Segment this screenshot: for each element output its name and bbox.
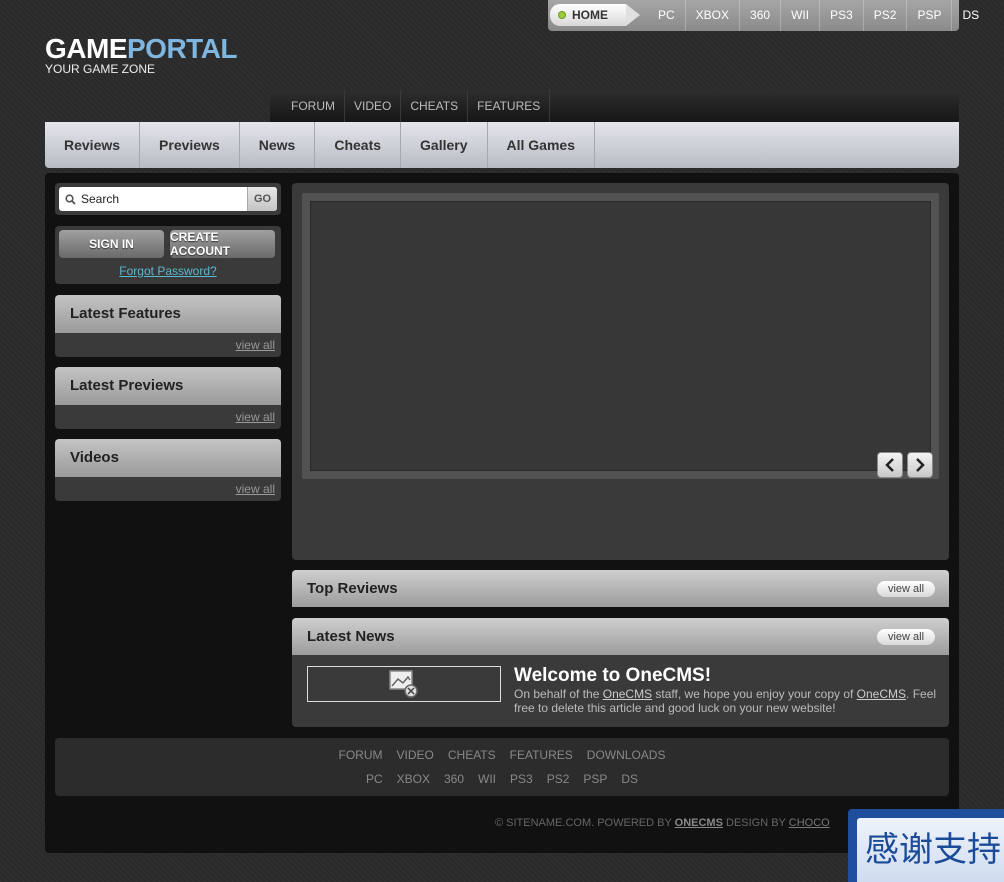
widget-latest-previews: Latest Previews view all bbox=[55, 367, 281, 429]
footer-link-wii[interactable]: WII bbox=[478, 772, 496, 786]
footer-link-ps3[interactable]: PS3 bbox=[510, 772, 533, 786]
slider-frame bbox=[302, 193, 939, 479]
top-reviews-section: Top Reviews view all bbox=[292, 570, 949, 607]
secondary-nav: FORUM VIDEO CHEATS FEATURES bbox=[270, 90, 959, 122]
view-all-button[interactable]: view all bbox=[877, 581, 935, 597]
main-nav: Reviews Previews News Cheats Gallery All… bbox=[45, 122, 959, 168]
nav-news[interactable]: News bbox=[240, 122, 316, 168]
platform-ps3[interactable]: PS3 bbox=[819, 0, 863, 31]
platform-360[interactable]: 360 bbox=[739, 0, 780, 31]
footer-link-psp[interactable]: PSP bbox=[583, 772, 607, 786]
site-logo[interactable]: GAMEPORTAL YOUR GAME ZONE bbox=[45, 33, 238, 76]
forgot-password-link[interactable]: Forgot Password? bbox=[59, 264, 277, 278]
login-box: SIGN IN CREATE ACCOUNT Forgot Password? bbox=[55, 226, 281, 284]
footer-link-cheats[interactable]: CHEATS bbox=[448, 748, 496, 762]
nav-gallery[interactable]: Gallery bbox=[401, 122, 488, 168]
platform-nav: HOME PC XBOX 360 WII PS3 PS2 PSP DS bbox=[548, 0, 979, 31]
footer-link-downloads[interactable]: DOWNLOADS bbox=[587, 748, 666, 762]
onecms-link[interactable]: OneCMS bbox=[857, 687, 906, 701]
content-container: GO SIGN IN CREATE ACCOUNT Forgot Passwor… bbox=[45, 173, 959, 853]
platform-xbox[interactable]: XBOX bbox=[684, 0, 739, 31]
platform-wii[interactable]: WII bbox=[780, 0, 819, 31]
onecms-footer-link[interactable]: ONECMS bbox=[675, 817, 723, 829]
nav-all-games[interactable]: All Games bbox=[488, 122, 595, 168]
view-all-link[interactable]: view all bbox=[236, 410, 275, 424]
article-thumbnail[interactable] bbox=[307, 666, 501, 702]
footer-link-ds[interactable]: DS bbox=[621, 772, 638, 786]
view-all-button[interactable]: view all bbox=[877, 629, 935, 645]
copyright: © SITENAME.COM. POWERED BY ONECMS DESIGN… bbox=[495, 817, 830, 829]
latest-news-section: Latest News view all Welcome to OneCMS! … bbox=[292, 618, 949, 727]
platform-pc[interactable]: PC bbox=[648, 0, 685, 31]
widget-videos: Videos view all bbox=[55, 439, 281, 501]
view-all-link[interactable]: view all bbox=[236, 338, 275, 352]
logo-tagline: YOUR GAME ZONE bbox=[45, 62, 156, 76]
home-button[interactable]: HOME bbox=[550, 3, 640, 26]
nav-previews[interactable]: Previews bbox=[140, 122, 240, 168]
chevron-right-icon bbox=[916, 458, 925, 472]
featured-slider bbox=[292, 183, 949, 560]
section-title: Top Reviews bbox=[307, 580, 398, 597]
search-go-button[interactable]: GO bbox=[247, 187, 277, 211]
create-account-button[interactable]: CREATE ACCOUNT bbox=[170, 230, 275, 258]
footer-link-forum[interactable]: FORUM bbox=[339, 748, 383, 762]
article-title[interactable]: Welcome to OneCMS! bbox=[514, 666, 937, 686]
widget-title: Latest Previews bbox=[55, 367, 281, 405]
logo-game: GAME bbox=[45, 33, 128, 64]
subnav-cheats[interactable]: CHEATS bbox=[401, 90, 469, 122]
home-dot-icon bbox=[558, 10, 566, 19]
news-article: Welcome to OneCMS! On behalf of the OneC… bbox=[307, 666, 937, 715]
footer-link-xbox[interactable]: XBOX bbox=[397, 772, 430, 786]
footer-link-video[interactable]: VIDEO bbox=[397, 748, 434, 762]
chevron-left-icon bbox=[885, 458, 894, 472]
section-title: Latest News bbox=[307, 628, 395, 645]
subnav-video[interactable]: VIDEO bbox=[345, 90, 402, 122]
article-text: On behalf of the OneCMS staff, we hope y… bbox=[514, 687, 937, 715]
platform-ds[interactable]: DS bbox=[951, 0, 989, 31]
footer-link-ps2[interactable]: PS2 bbox=[547, 772, 570, 786]
nav-cheats[interactable]: Cheats bbox=[315, 122, 402, 168]
onecms-link[interactable]: OneCMS bbox=[603, 687, 652, 701]
platform-ps2[interactable]: PS2 bbox=[862, 0, 907, 31]
search-icon bbox=[59, 187, 81, 211]
widget-latest-features: Latest Features view all bbox=[55, 295, 281, 357]
nav-reviews[interactable]: Reviews bbox=[45, 122, 141, 168]
subnav-forum[interactable]: FORUM bbox=[282, 90, 345, 122]
search-box: GO bbox=[55, 183, 281, 215]
footer-link-360[interactable]: 360 bbox=[444, 772, 464, 786]
footer-link-features[interactable]: FEATURES bbox=[510, 748, 573, 762]
widget-title: Videos bbox=[55, 439, 281, 477]
support-badge[interactable]: 感谢支持 bbox=[848, 809, 1004, 882]
widget-title: Latest Features bbox=[55, 295, 281, 333]
home-label: HOME bbox=[572, 7, 608, 22]
broken-image-icon bbox=[389, 670, 418, 698]
designer-link[interactable]: CHOCO bbox=[789, 817, 830, 829]
slider-next-button[interactable] bbox=[907, 452, 933, 478]
subnav-features[interactable]: FEATURES bbox=[468, 90, 551, 122]
search-field: GO bbox=[59, 187, 277, 211]
slider-prev-button[interactable] bbox=[877, 452, 903, 478]
search-input[interactable] bbox=[81, 187, 247, 211]
support-badge-text: 感谢支持 bbox=[857, 818, 1004, 882]
view-all-link[interactable]: view all bbox=[236, 482, 275, 496]
slider-image-area[interactable] bbox=[310, 201, 931, 471]
logo-portal: PORTAL bbox=[127, 33, 238, 64]
footer-nav: FORUM VIDEO CHEATS FEATURES DOWNLOADS PC… bbox=[55, 738, 949, 796]
platform-psp[interactable]: PSP bbox=[906, 0, 951, 31]
footer-link-pc[interactable]: PC bbox=[366, 772, 383, 786]
sign-in-button[interactable]: SIGN IN bbox=[59, 230, 164, 258]
